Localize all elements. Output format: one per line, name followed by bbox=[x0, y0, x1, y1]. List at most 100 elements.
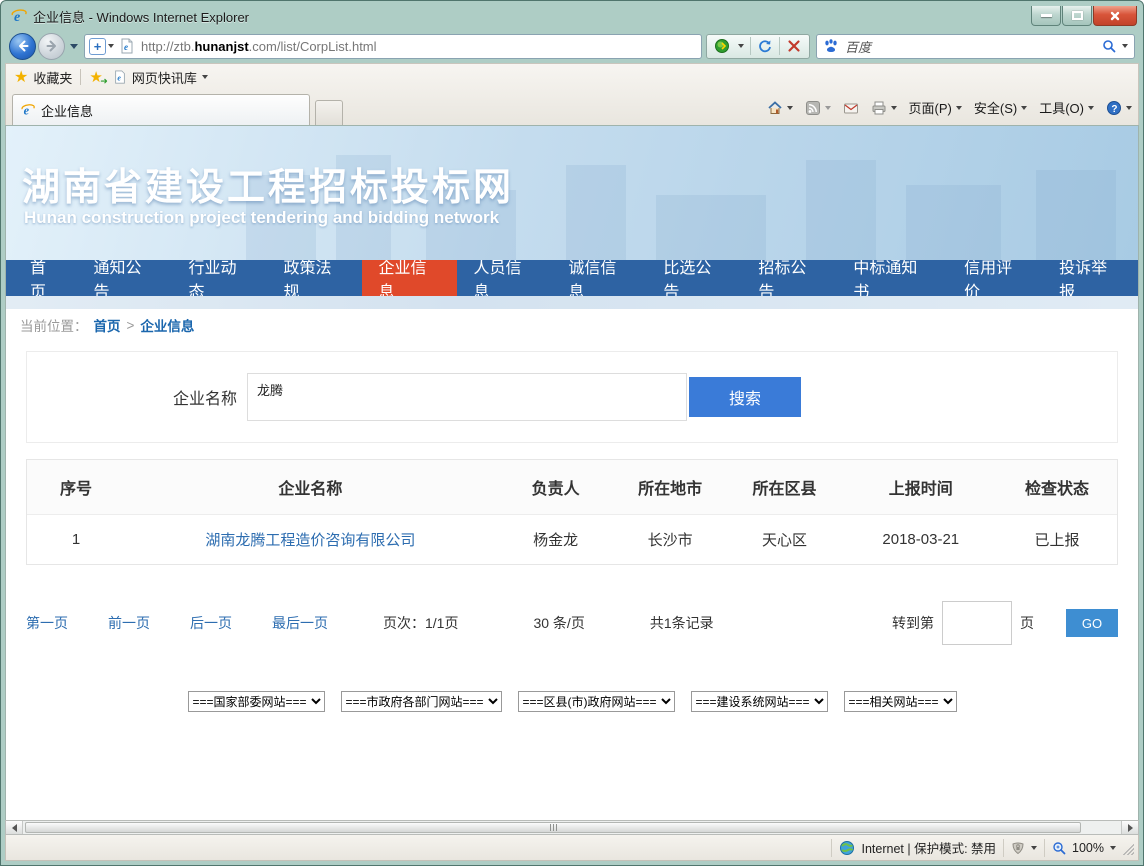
address-tools bbox=[706, 34, 810, 59]
cell-manager: 杨金龙 bbox=[496, 514, 616, 564]
prev-page-link[interactable]: 前一页 bbox=[108, 613, 150, 633]
nav-item-policy[interactable]: 政策法规 bbox=[267, 260, 362, 296]
favorites-bar: ★ 收藏夹 ★➜ e 网页快讯库 bbox=[6, 64, 1138, 90]
cell-status: 已上报 bbox=[997, 514, 1117, 564]
scroll-left-button[interactable] bbox=[6, 821, 23, 834]
print-dropdown[interactable] bbox=[891, 106, 897, 110]
results-table-panel: 序号 企业名称 负责人 所在地市 所在区县 上报时间 检查状态 1 湖南龙腾工程… bbox=[26, 459, 1118, 565]
webslice-gallery-button[interactable]: 网页快讯库 bbox=[132, 68, 197, 87]
cell-date: 2018-03-21 bbox=[844, 514, 997, 564]
safety-menu-button[interactable]: 安全(S) bbox=[974, 98, 1027, 117]
cell-district: 天心区 bbox=[725, 514, 845, 564]
forward-icon bbox=[44, 38, 60, 54]
header-index: 序号 bbox=[27, 460, 125, 514]
nav-item-award-notice[interactable]: 中标通知书 bbox=[837, 260, 948, 296]
page-content: 湖南省建设工程招标投标网 Hunan construction project … bbox=[5, 125, 1139, 820]
header-company-name: 企业名称 bbox=[125, 460, 496, 514]
breadcrumb-separator: > bbox=[127, 318, 135, 333]
close-button[interactable] bbox=[1093, 6, 1137, 26]
first-page-link[interactable]: 第一页 bbox=[26, 613, 68, 633]
site-title: 湖南省建设工程招标投标网 bbox=[22, 156, 514, 211]
breadcrumb-current-link[interactable]: 企业信息 bbox=[140, 315, 194, 335]
stop-button[interactable] bbox=[782, 36, 806, 57]
tab-corp-info[interactable]: e 企业信息 bbox=[12, 94, 310, 125]
last-page-link[interactable]: 最后一页 bbox=[272, 613, 328, 633]
favorites-button[interactable]: 收藏夹 bbox=[33, 68, 72, 87]
quick-add-dropdown[interactable] bbox=[108, 44, 114, 48]
nav-item-comparison[interactable]: 比选公告 bbox=[647, 260, 742, 296]
svg-text:e: e bbox=[117, 74, 121, 83]
scroll-left-icon bbox=[12, 824, 17, 832]
nav-item-personnel[interactable]: 人员信息 bbox=[457, 260, 552, 296]
go-button[interactable]: GO bbox=[1066, 609, 1118, 637]
district-government-select[interactable]: ===区县(市)政府网站=== bbox=[518, 691, 675, 712]
company-name-input[interactable]: 龙腾 bbox=[247, 373, 687, 421]
new-tab-button[interactable] bbox=[315, 100, 343, 125]
related-sites-select[interactable]: ===相关网站=== bbox=[844, 691, 957, 712]
search-engine-box[interactable]: 百度 bbox=[816, 34, 1135, 59]
nav-item-complaint[interactable]: 投诉举报 bbox=[1043, 260, 1138, 296]
nav-item-home[interactable]: 首页 bbox=[14, 260, 78, 296]
tab-label: 企业信息 bbox=[41, 101, 93, 120]
zoom-control[interactable]: 100% bbox=[1052, 841, 1116, 855]
zone-text: Internet | 保护模式: 禁用 bbox=[861, 838, 996, 857]
refresh-button[interactable] bbox=[753, 36, 777, 57]
breadcrumb: 当前位置： 首页 > 企业信息 bbox=[6, 309, 1138, 341]
addon-button[interactable] bbox=[710, 36, 734, 57]
search-options-dropdown[interactable] bbox=[1122, 44, 1128, 48]
goto-page-input[interactable] bbox=[942, 601, 1012, 645]
nav-item-notices[interactable]: 通知公告 bbox=[78, 260, 173, 296]
addon-dropdown[interactable] bbox=[734, 36, 748, 57]
home-button[interactable] bbox=[767, 100, 793, 116]
safety-menu-dropdown bbox=[1021, 106, 1027, 110]
tools-menu-dropdown bbox=[1088, 106, 1094, 110]
feeds-button[interactable] bbox=[805, 100, 831, 116]
search-button[interactable]: 搜索 bbox=[689, 377, 801, 417]
browser-chrome: ★ 收藏夹 ★➜ e 网页快讯库 e 企业信息 bbox=[5, 63, 1139, 125]
url-text: http://ztb.hunanjst.com/list/CorpList.ht… bbox=[141, 39, 377, 54]
page-menu-button[interactable]: 页面(P) bbox=[909, 98, 962, 117]
maximize-icon bbox=[1072, 11, 1083, 20]
ie-icon: e bbox=[11, 8, 27, 24]
minimize-button[interactable] bbox=[1031, 6, 1061, 26]
help-button[interactable]: ? bbox=[1106, 100, 1132, 116]
nav-item-tender[interactable]: 招标公告 bbox=[742, 260, 837, 296]
add-to-favorites-bar-icon[interactable]: ★➜ bbox=[89, 68, 102, 86]
address-bar[interactable]: + e http://ztb.hunanjst.com/list/CorpLis… bbox=[84, 34, 702, 59]
nav-item-integrity[interactable]: 诚信信息 bbox=[552, 260, 647, 296]
close-icon bbox=[1108, 9, 1122, 23]
minimize-icon bbox=[1041, 14, 1052, 17]
horizontal-scrollbar[interactable] bbox=[5, 820, 1139, 835]
breadcrumb-home-link[interactable]: 首页 bbox=[94, 315, 121, 335]
print-button[interactable] bbox=[871, 100, 897, 116]
page-menu-dropdown bbox=[956, 106, 962, 110]
resize-grip[interactable] bbox=[1120, 841, 1134, 855]
quick-add-button[interactable]: + bbox=[89, 38, 106, 55]
tab-ie-icon: e bbox=[21, 103, 35, 117]
webslice-dropdown[interactable] bbox=[202, 75, 208, 79]
search-magnifier-icon[interactable] bbox=[1102, 39, 1116, 53]
title-bar: e 企业信息 - Windows Internet Explorer bbox=[5, 1, 1139, 29]
national-ministries-select[interactable]: ===国家部委网站=== bbox=[188, 691, 325, 712]
internet-globe-icon bbox=[839, 840, 855, 856]
feeds-dropdown[interactable] bbox=[825, 106, 831, 110]
safety-menu-label: 安全(S) bbox=[974, 98, 1017, 117]
scroll-right-button[interactable] bbox=[1121, 821, 1138, 834]
next-page-link[interactable]: 后一页 bbox=[190, 613, 232, 633]
company-link[interactable]: 湖南龙腾工程造价咨询有限公司 bbox=[205, 532, 415, 549]
forward-button[interactable] bbox=[38, 33, 65, 60]
back-button[interactable] bbox=[9, 33, 36, 60]
city-departments-select[interactable]: ===市政府各部门网站=== bbox=[341, 691, 502, 712]
recent-pages-dropdown[interactable] bbox=[70, 44, 78, 49]
maximize-button[interactable] bbox=[1062, 6, 1092, 26]
construction-system-select[interactable]: ===建设系统网站=== bbox=[691, 691, 828, 712]
nav-item-corp-info[interactable]: 企业信息 bbox=[362, 260, 457, 296]
nav-item-industry[interactable]: 行业动态 bbox=[172, 260, 267, 296]
read-mail-button[interactable] bbox=[843, 100, 859, 116]
home-dropdown[interactable] bbox=[787, 106, 793, 110]
tools-menu-button[interactable]: 工具(O) bbox=[1039, 98, 1094, 117]
page-info: 页次：1/1页 bbox=[383, 613, 458, 633]
scrollbar-thumb[interactable] bbox=[25, 822, 1081, 833]
protected-mode-button[interactable] bbox=[1011, 841, 1037, 855]
nav-item-credit[interactable]: 信用评价 bbox=[948, 260, 1043, 296]
